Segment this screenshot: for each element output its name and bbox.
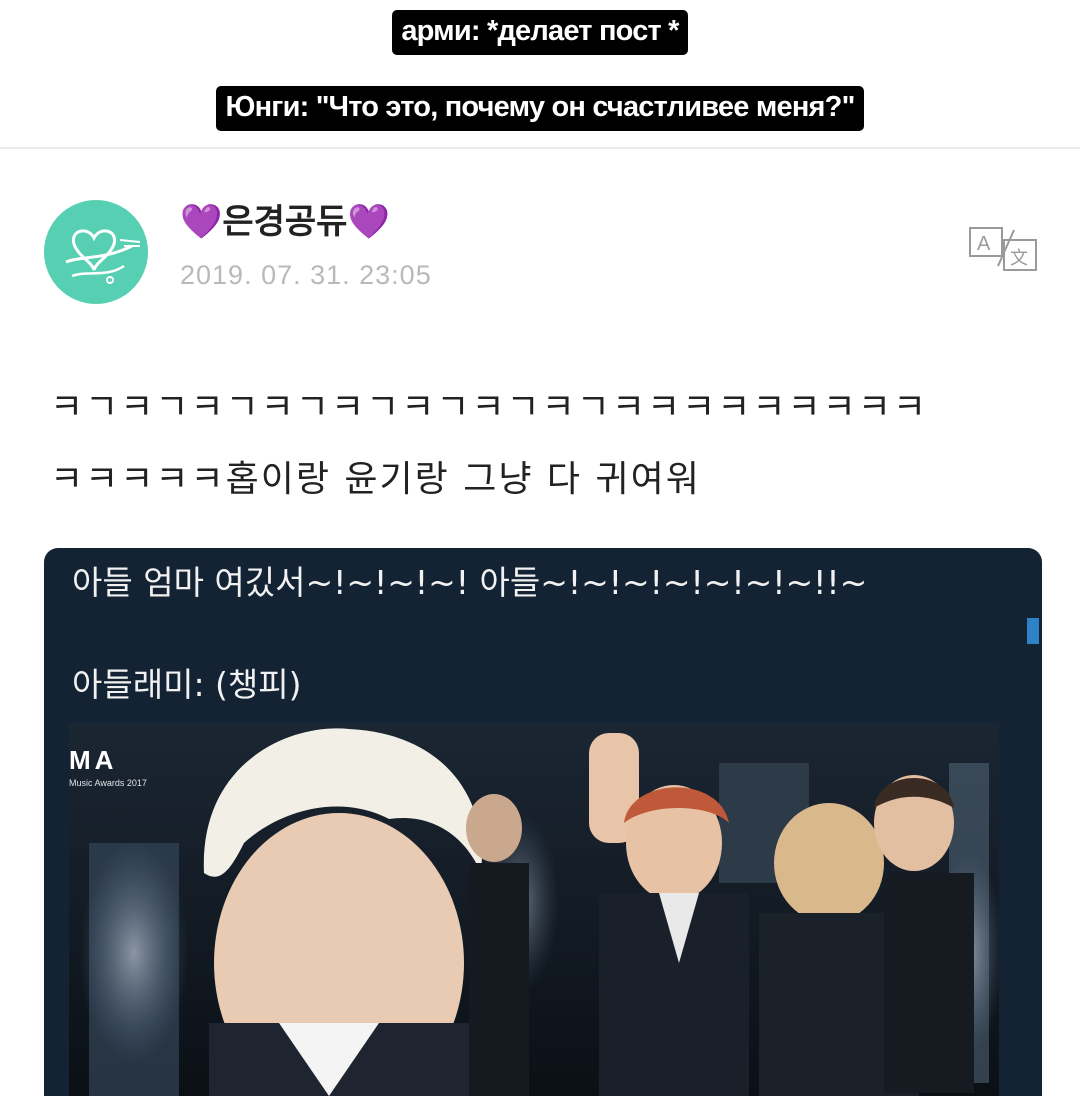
watermark-subtitle: Music Awards 2017 <box>69 778 147 788</box>
author-name[interactable]: 💜은경공듀💜 <box>180 194 390 243</box>
translate-icon[interactable]: A 文 <box>968 224 1040 274</box>
post-timestamp: 2019. 07. 31. 23:05 <box>180 260 432 290</box>
meme-caption-top-text: арми: *делает пост * <box>392 10 688 55</box>
caption-divider <box>0 147 1080 149</box>
music-awards-watermark: MA Music Awards 2017 <box>69 745 147 788</box>
svg-text:A: A <box>977 233 991 255</box>
post-text-line: ㅋㅋㅋㅋㅋ홉이랑 윤기랑 그냥 다 귀여워 <box>50 459 701 500</box>
event-photo-illustration <box>69 723 999 1096</box>
post-body: ㅋㄱㅋㄱㅋㄱㅋㄱㅋㄱㅋㄱㅋㄱㅋㄱㅋㅋㅋㅋㅋㅋㅋㅋㅋ ㅋㅋㅋㅋㅋ홉이랑 윤기랑 그… <box>50 372 1040 516</box>
embedded-tweet-line: 아들 엄마 여깄서~!~!~!~! 아들~!~!~!~!~!~!~!!~ <box>72 563 868 602</box>
avatar-heart-doodle-icon <box>65 229 141 284</box>
meme-caption-bottom: Юнги: "Что это, почему он счастливее мен… <box>0 86 1080 131</box>
purple-heart-icon: 💜 <box>347 202 390 242</box>
purple-heart-icon: 💜 <box>180 202 223 242</box>
post-text-line: ㅋㄱㅋㄱㅋㄱㅋㄱㅋㄱㅋㄱㅋㄱㅋㄱㅋㅋㅋㅋㅋㅋㅋㅋㅋ <box>50 387 929 428</box>
meme-caption-top: арми: *делает пост * <box>0 10 1080 55</box>
svg-text:文: 文 <box>1010 248 1028 269</box>
event-photo: MA Music Awards 2017 <box>69 723 999 1096</box>
author-name-text: 은경공듀 <box>222 202 348 242</box>
avatar[interactable] <box>44 200 148 304</box>
embedded-tweet-line: 아들래미: (챙피) <box>72 665 302 704</box>
scroll-accent <box>1027 618 1039 644</box>
watermark-logo: MA <box>69 745 118 775</box>
embedded-tweet-image[interactable]: 아들 엄마 여깄서~!~!~!~! 아들~!~!~!~!~!~!~!!~ 아들래… <box>44 548 1042 1096</box>
meme-caption-bottom-text: Юнги: "Что это, почему он счастливее мен… <box>216 86 864 131</box>
